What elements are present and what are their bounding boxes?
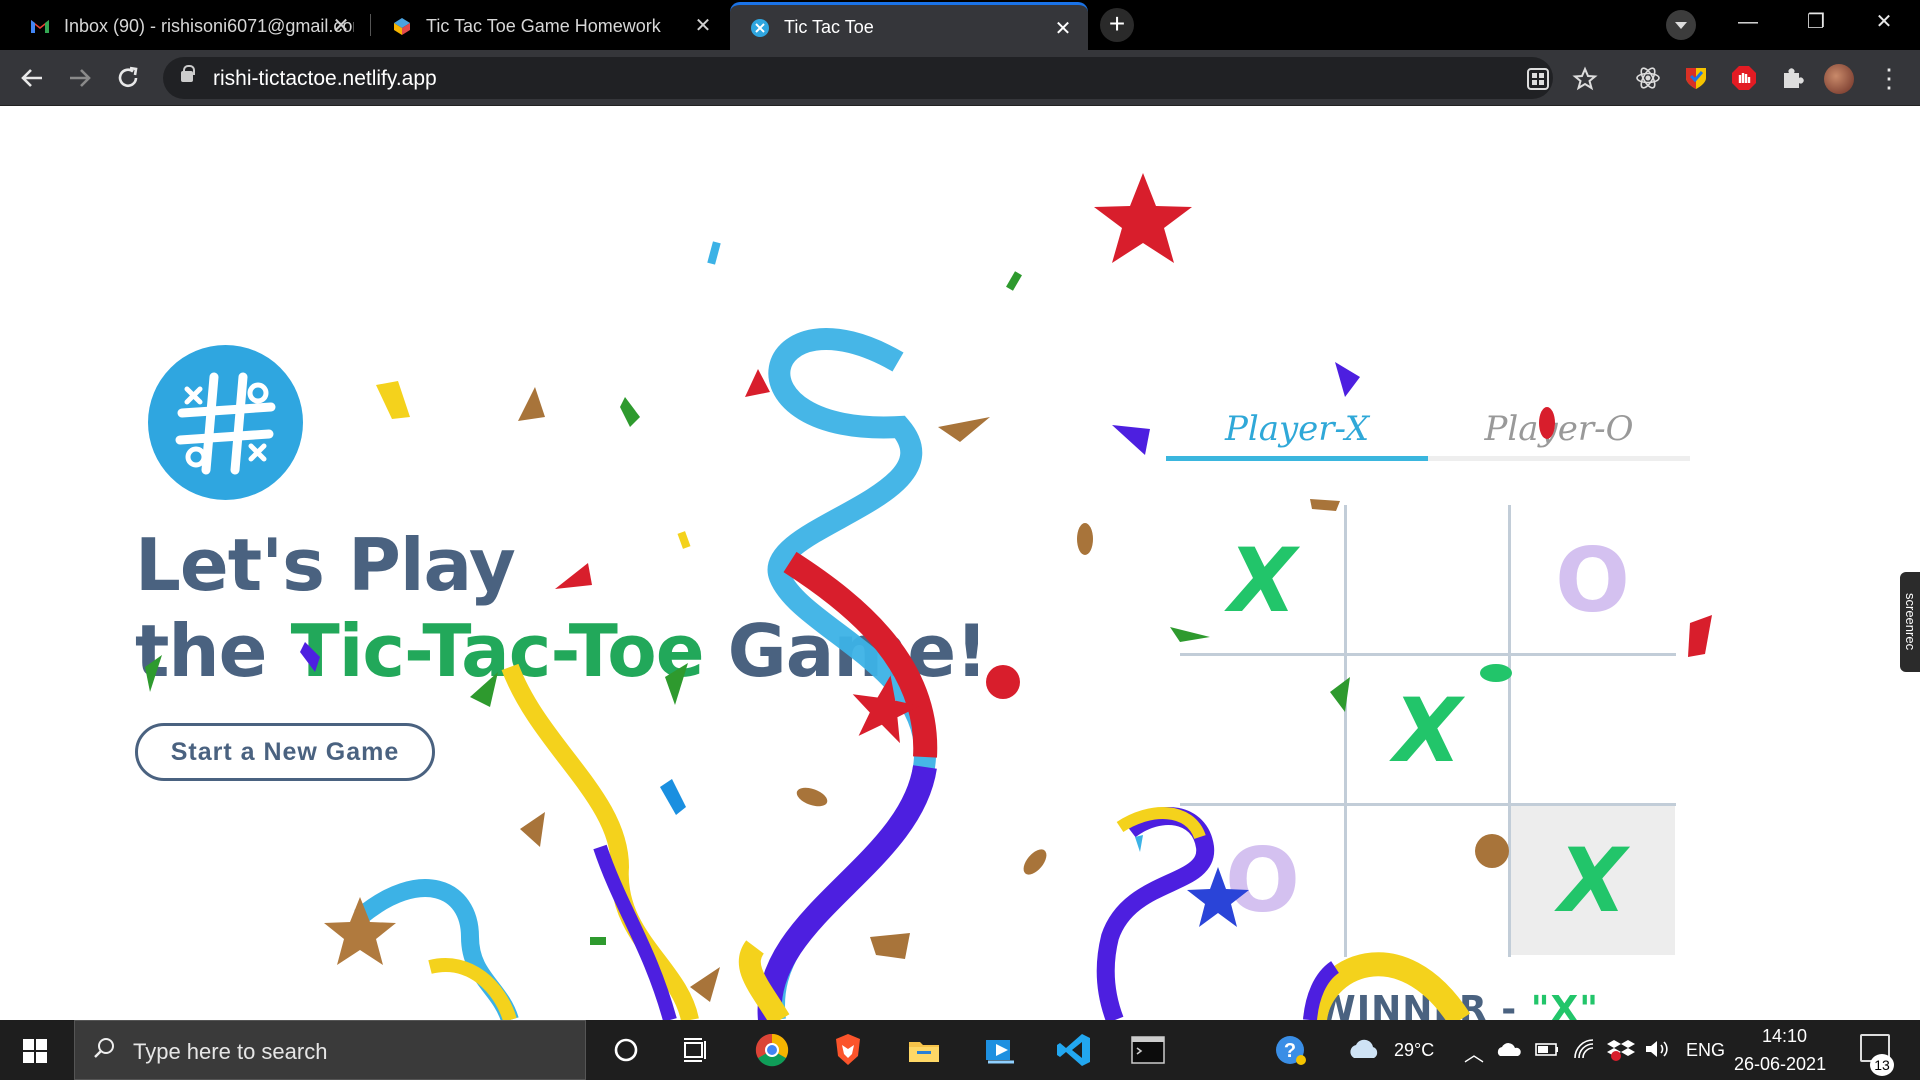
brave-icon[interactable] [828, 1030, 868, 1070]
board-cell-9[interactable]: X [1510, 805, 1675, 955]
clock-time[interactable]: 14:10 [1762, 1026, 1807, 1047]
board-cell-5[interactable]: X [1345, 655, 1510, 805]
back-arrow-icon [21, 69, 42, 87]
onedrive-icon[interactable] [1494, 1034, 1524, 1064]
extension-shield-icon[interactable] [1682, 64, 1710, 92]
codepen-icon [394, 18, 410, 35]
tab-search-button[interactable] [1666, 10, 1696, 40]
board-cell-7[interactable]: O [1180, 805, 1345, 955]
cortana-icon[interactable] [606, 1030, 646, 1070]
board-cell-3[interactable]: O [1510, 505, 1675, 655]
lock-icon [181, 65, 195, 82]
page-content: Let's Play the Tic-Tac-Toe Game! Start a… [0, 107, 1920, 1020]
search-icon [94, 1038, 114, 1058]
volume-icon[interactable] [1642, 1034, 1672, 1064]
profile-avatar[interactable] [1824, 64, 1854, 94]
clock-date[interactable]: 26-06-2021 [1734, 1054, 1826, 1075]
tab-gmail[interactable]: Inbox (90) - rishisoni6071@gmail.com ✕ [10, 2, 366, 50]
terminal-icon[interactable] [1128, 1030, 1168, 1070]
url-text[interactable]: rishi-tictactoe.netlify.app [213, 67, 437, 91]
dropbox-icon[interactable] [1606, 1034, 1636, 1064]
winner-banner: WINNER - "X" [1316, 989, 1599, 1020]
taskbar-search-box[interactable]: Type here to search [74, 1020, 586, 1080]
game-board: X O X O X [1180, 505, 1676, 957]
search-placeholder: Type here to search [133, 1039, 328, 1064]
tab-title: Tic Tac Toe Game Homework [426, 15, 661, 36]
install-app-icon[interactable] [1525, 66, 1551, 92]
vscode-icon[interactable] [1054, 1030, 1094, 1070]
help-icon[interactable]: ? [1270, 1030, 1310, 1070]
reload-icon [118, 66, 138, 87]
headline-line-2: the Tic-Tac-Toe Game! [135, 608, 988, 694]
board-grid-line [1180, 653, 1676, 656]
board-grid-line [1180, 803, 1676, 806]
start-new-game-button[interactable]: Start a New Game [135, 723, 435, 781]
weather-temperature[interactable]: 29°C [1394, 1040, 1434, 1061]
migrate-app-icon[interactable] [980, 1030, 1020, 1070]
adblock-icon[interactable] [1730, 64, 1758, 92]
headline-prefix: the [135, 609, 291, 693]
page-headline: Let's Play the Tic-Tac-Toe Game! [135, 522, 988, 694]
chrome-icon[interactable] [752, 1030, 792, 1070]
tab-close-icon[interactable]: ✕ [692, 15, 714, 37]
forward-button[interactable] [60, 58, 100, 98]
board-cell-8[interactable] [1345, 805, 1510, 955]
file-explorer-icon[interactable] [904, 1030, 944, 1070]
browser-tab-bar: Inbox (90) - rishisoni6071@gmail.com ✕ T… [0, 0, 1920, 50]
task-view-icon[interactable] [676, 1030, 716, 1070]
notification-count-badge: 13 [1870, 1054, 1894, 1076]
board-cell-6[interactable] [1510, 655, 1675, 805]
tab-title: Tic Tac Toe [784, 17, 874, 37]
screenrec-widget[interactable]: screenrec [1900, 572, 1920, 672]
headline-line-1: Let's Play [135, 523, 516, 607]
chrome-menu-icon[interactable]: ⋮ [1876, 62, 1902, 94]
reload-button[interactable] [108, 58, 148, 98]
board-cell-2[interactable] [1345, 505, 1510, 655]
extensions-puzzle-icon[interactable] [1778, 64, 1806, 92]
headline-game-name: Tic-Tac-Toe [290, 609, 705, 693]
browser-toolbar: rishi-tictactoe.netlify.app ⋮ [0, 50, 1920, 106]
board-cell-4[interactable] [1180, 655, 1345, 805]
bookmark-star-icon[interactable] [1572, 66, 1598, 92]
language-indicator[interactable]: ENG [1686, 1040, 1725, 1061]
close-window-button[interactable]: ✕ [1856, 0, 1912, 44]
react-devtools-icon[interactable] [1634, 64, 1662, 92]
tab-separator [370, 14, 371, 36]
windows-start-icon[interactable] [22, 1038, 48, 1064]
forward-arrow-icon [70, 69, 91, 87]
restore-button[interactable]: ❐ [1788, 0, 1844, 44]
weather-cloud-icon[interactable] [1344, 1030, 1384, 1070]
address-bar[interactable]: rishi-tictactoe.netlify.app [163, 57, 1598, 99]
tictactoe-logo [148, 345, 303, 500]
board-grid-line [1344, 505, 1347, 957]
winner-label: WINNER - [1316, 989, 1531, 1020]
board-grid-line [1508, 505, 1511, 957]
tab-player-x[interactable]: Player-X [1166, 405, 1428, 461]
minimize-button[interactable]: — [1720, 0, 1776, 44]
headline-suffix: Game! [703, 609, 988, 693]
new-tab-button[interactable]: + [1100, 8, 1134, 42]
wifi-icon[interactable] [1570, 1034, 1600, 1064]
netlify-icon [751, 18, 769, 37]
board-cell-1[interactable]: X [1180, 505, 1345, 655]
windows-taskbar: Type here to search ? 29°C ︿ ENG 14:10 2… [0, 1020, 1920, 1080]
tab-tictactoe[interactable]: Tic Tac Toe ✕ [730, 2, 1088, 50]
battery-icon[interactable] [1532, 1034, 1562, 1064]
show-hidden-icons-chevron-icon[interactable]: ︿ [1464, 1038, 1484, 1067]
tab-codepen[interactable]: Tic Tac Toe Game Homework ✕ [372, 2, 728, 50]
tab-player-o[interactable]: Player-O [1428, 405, 1690, 461]
tab-title: Inbox (90) - rishisoni6071@gmail.com [64, 15, 354, 36]
back-button[interactable] [12, 58, 52, 98]
winner-value: "X" [1530, 989, 1599, 1020]
tab-close-icon[interactable]: ✕ [330, 15, 352, 37]
tab-close-icon[interactable]: ✕ [1052, 18, 1074, 40]
svg-text:?: ? [1284, 1040, 1296, 1062]
gmail-icon [31, 20, 49, 33]
